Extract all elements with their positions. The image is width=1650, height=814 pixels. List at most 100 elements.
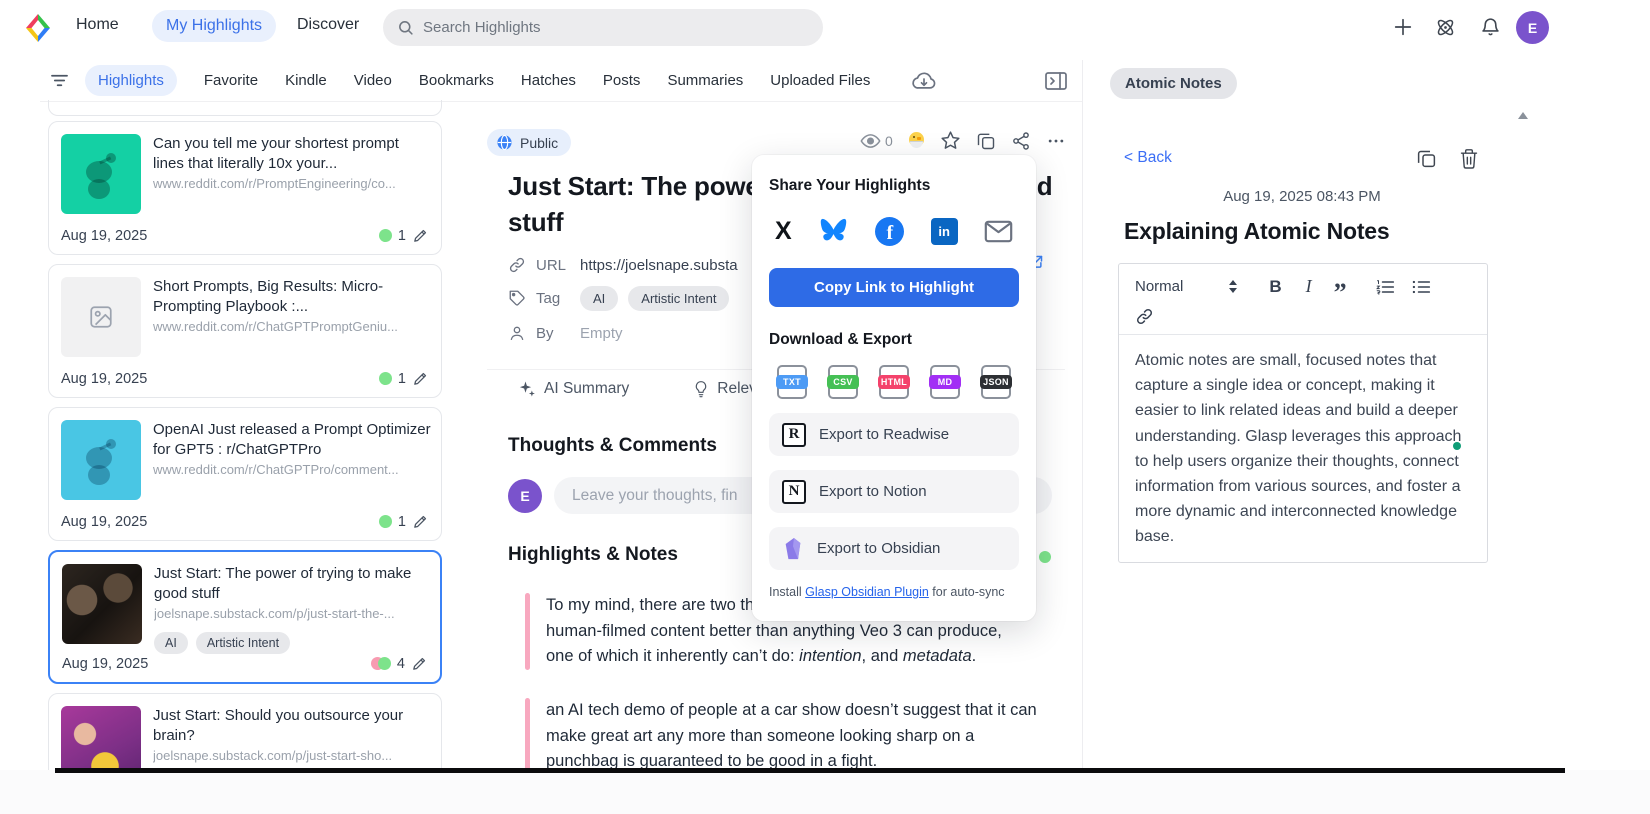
article-thumbnail — [62, 564, 142, 644]
x-twitter-icon[interactable]: X — [775, 219, 792, 244]
lightbulb-icon — [693, 380, 709, 398]
format-select[interactable]: Normal — [1135, 278, 1183, 295]
tag-pill[interactable]: Artistic Intent — [196, 632, 290, 654]
note-body[interactable]: Atomic notes are small, focused notes th… — [1119, 335, 1487, 563]
user-avatar[interactable]: E — [1516, 11, 1549, 44]
filter-icon[interactable] — [50, 72, 69, 89]
export-readwise-button[interactable]: R Export to Readwise — [769, 413, 1019, 456]
note-editor[interactable]: Normal B I ” Atomic notes are small, foc… — [1118, 263, 1488, 563]
visibility-badge[interactable]: Public — [487, 129, 571, 156]
glasp-logo[interactable] — [22, 12, 54, 44]
card-url: joelsnape.substack.com/p/just-start-sho.… — [153, 748, 431, 763]
export-csv-icon[interactable]: CSV — [822, 365, 864, 399]
tab-summaries[interactable]: Summaries — [667, 72, 743, 89]
atom-notes-icon[interactable] — [1434, 16, 1457, 39]
collapse-panel-icon[interactable] — [1044, 71, 1068, 91]
atomic-notes-tab[interactable]: Atomic Notes — [1110, 68, 1237, 99]
obsidian-plugin-link[interactable]: Glasp Obsidian Plugin — [805, 585, 929, 599]
list-item-selected[interactable]: Just Start: The power of trying to make … — [48, 550, 442, 684]
note-timestamp: Aug 19, 2025 08:43 PM — [1100, 188, 1504, 205]
panel-divider — [1082, 60, 1083, 768]
nav-my-highlights[interactable]: My Highlights — [152, 10, 276, 42]
ai-summary-button[interactable]: AI Summary — [518, 380, 629, 398]
globe-icon — [496, 134, 513, 151]
delete-note-icon[interactable] — [1459, 148, 1479, 170]
list-item[interactable]: OpenAI Just released a Prompt Optimizer … — [48, 407, 442, 541]
format-stepper-icon[interactable] — [1229, 280, 1237, 293]
cloud-download-icon[interactable] — [911, 70, 937, 92]
copy-link-button[interactable]: Copy Link to Highlight — [769, 268, 1019, 307]
duplicate-icon[interactable] — [976, 131, 996, 151]
tab-bookmarks[interactable]: Bookmarks — [419, 72, 494, 89]
tab-hatches[interactable]: Hatches — [521, 72, 576, 89]
ordered-list-button[interactable] — [1375, 278, 1395, 296]
back-link[interactable]: < Back — [1124, 149, 1172, 167]
blockquote-button[interactable]: ” — [1334, 288, 1347, 298]
insert-link-button[interactable] — [1135, 307, 1471, 326]
export-notion-button[interactable]: N Export to Notion — [769, 470, 1019, 513]
search-icon — [397, 19, 414, 36]
nav-discover[interactable]: Discover — [297, 16, 359, 34]
copy-note-icon[interactable] — [1416, 148, 1437, 170]
notifications-bell-icon[interactable] — [1480, 16, 1501, 38]
partial-card-top[interactable] — [48, 100, 442, 116]
share-popup-title: Share Your Highlights — [769, 177, 1019, 195]
card-title: Just Start: The power of trying to make … — [154, 564, 432, 604]
nav-home[interactable]: Home — [76, 16, 119, 34]
highlight-color-dot — [379, 372, 392, 385]
url-value[interactable]: https://joelsnape.substa — [580, 257, 738, 274]
highlight-marker-dot — [1039, 551, 1051, 563]
views-counter: 0 — [860, 133, 893, 149]
list-item[interactable]: Can you tell me your shortest prompt lin… — [48, 121, 442, 255]
tag-pill[interactable]: Artistic Intent — [628, 286, 729, 311]
tag-pill[interactable]: AI — [154, 632, 188, 654]
facebook-icon[interactable]: f — [875, 217, 904, 246]
ai-summary-label: AI Summary — [544, 380, 629, 398]
tab-posts[interactable]: Posts — [603, 72, 641, 89]
tab-uploaded-files[interactable]: Uploaded Files — [770, 72, 870, 89]
by-value[interactable]: Empty — [580, 325, 623, 342]
list-item[interactable]: Just Start: Should you outsource your br… — [48, 693, 442, 770]
bullet-list-button[interactable] — [1411, 278, 1431, 296]
highlight-text: an AI tech demo of people at a car show … — [546, 698, 1050, 770]
editor-toolbar: Normal B I ” — [1119, 264, 1487, 335]
export-txt-icon[interactable]: TXT — [771, 365, 813, 399]
more-options-icon[interactable] — [1046, 131, 1066, 151]
tab-kindle[interactable]: Kindle — [285, 72, 327, 89]
scrollbar-up-arrow[interactable] — [1518, 112, 1528, 119]
person-icon — [508, 324, 526, 342]
note-title[interactable]: Explaining Atomic Notes — [1124, 218, 1389, 245]
add-icon[interactable] — [1392, 16, 1414, 38]
email-icon[interactable] — [984, 220, 1013, 243]
tab-favorite[interactable]: Favorite — [204, 72, 258, 89]
star-icon[interactable] — [940, 130, 961, 151]
export-obsidian-button[interactable]: Export to Obsidian — [769, 527, 1019, 570]
tag-row: Tag AI Artistic Intent — [508, 285, 729, 311]
export-json-icon[interactable]: JSON — [975, 365, 1017, 399]
italic-button[interactable]: I — [1306, 276, 1312, 297]
search-bar[interactable] — [383, 9, 823, 46]
reddit-thumbnail — [61, 134, 141, 214]
card-title: Can you tell me your shortest prompt lin… — [153, 134, 431, 174]
tag-icon — [508, 289, 526, 307]
comment-avatar: E — [508, 479, 542, 513]
highlight-count: 1 — [398, 228, 406, 244]
card-url: www.reddit.com/r/ChatGPTPromptGeniu... — [153, 319, 431, 334]
tab-video[interactable]: Video — [354, 72, 392, 89]
tab-highlights[interactable]: Highlights — [85, 65, 177, 96]
export-md-icon[interactable]: MD — [924, 365, 966, 399]
bold-button[interactable]: B — [1269, 277, 1281, 297]
tag-pill[interactable]: AI — [580, 286, 618, 311]
list-item[interactable]: Short Prompts, Big Results: Micro-Prompt… — [48, 264, 442, 398]
export-html-icon[interactable]: HTML — [873, 365, 915, 399]
url-row: URL https://joelsnape.substa — [508, 252, 738, 278]
hatching-chick-icon[interactable] — [908, 132, 925, 149]
highlight-count: 4 — [397, 656, 405, 672]
card-title: Short Prompts, Big Results: Micro-Prompt… — [153, 277, 431, 317]
linkedin-icon[interactable]: in — [931, 218, 958, 245]
bluesky-icon[interactable] — [818, 218, 849, 246]
search-input[interactable] — [423, 19, 809, 36]
share-icon[interactable] — [1011, 131, 1031, 151]
card-date: Aug 19, 2025 — [61, 371, 147, 387]
highlight-block[interactable]: an AI tech demo of people at a car show … — [525, 698, 1050, 770]
